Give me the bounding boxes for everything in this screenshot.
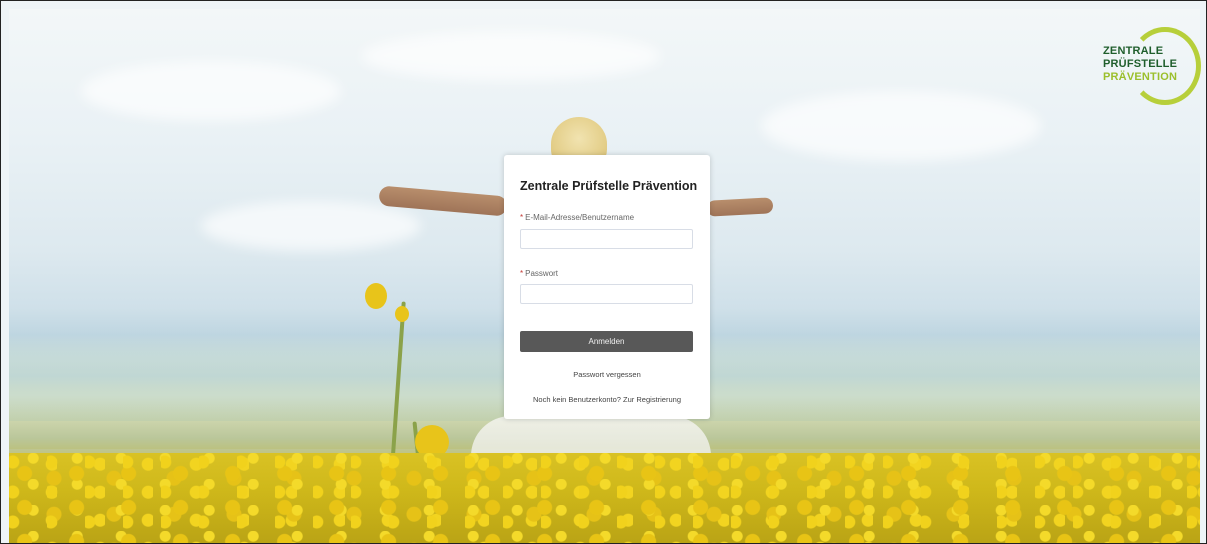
password-input[interactable]: [520, 284, 693, 304]
background-cloud: [201, 201, 421, 251]
background-flower: [365, 283, 387, 309]
background-cloud: [361, 31, 661, 81]
forgot-password-link[interactable]: Passwort vergessen: [504, 370, 710, 379]
logo-text-line2: PRÜFSTELLE: [1103, 58, 1178, 70]
brand-logo: ZENTRALE PRÜFSTELLE PRÄVENTION: [1091, 27, 1201, 107]
login-card: Zentrale Prüfstelle Prävention * E-Mail-A…: [504, 155, 710, 419]
password-label: * Passwort: [520, 269, 558, 278]
required-marker: *: [520, 213, 524, 222]
username-label: * E-Mail-Adresse/Benutzername: [520, 213, 634, 222]
background-cloud: [761, 91, 1041, 161]
logo-text-line1: ZENTRALE: [1103, 45, 1164, 57]
register-link[interactable]: Noch kein Benutzerkonto? Zur Registrieru…: [504, 395, 710, 404]
login-page: ZENTRALE PRÜFSTELLE PRÄVENTION Zentrale …: [0, 0, 1207, 544]
required-marker: *: [520, 269, 524, 278]
logo-text-line3: PRÄVENTION: [1103, 71, 1178, 83]
password-label-text: Passwort: [525, 269, 559, 278]
background-flower: [395, 306, 409, 322]
background-rapeseed-field: [9, 453, 1200, 543]
login-title: Zentrale Prüfstelle Prävention: [520, 179, 698, 193]
login-button[interactable]: Anmelden: [520, 331, 693, 352]
username-label-text: E-Mail-Adresse/Benutzername: [525, 213, 635, 222]
background-cloud: [81, 61, 341, 121]
username-input[interactable]: [520, 229, 693, 249]
